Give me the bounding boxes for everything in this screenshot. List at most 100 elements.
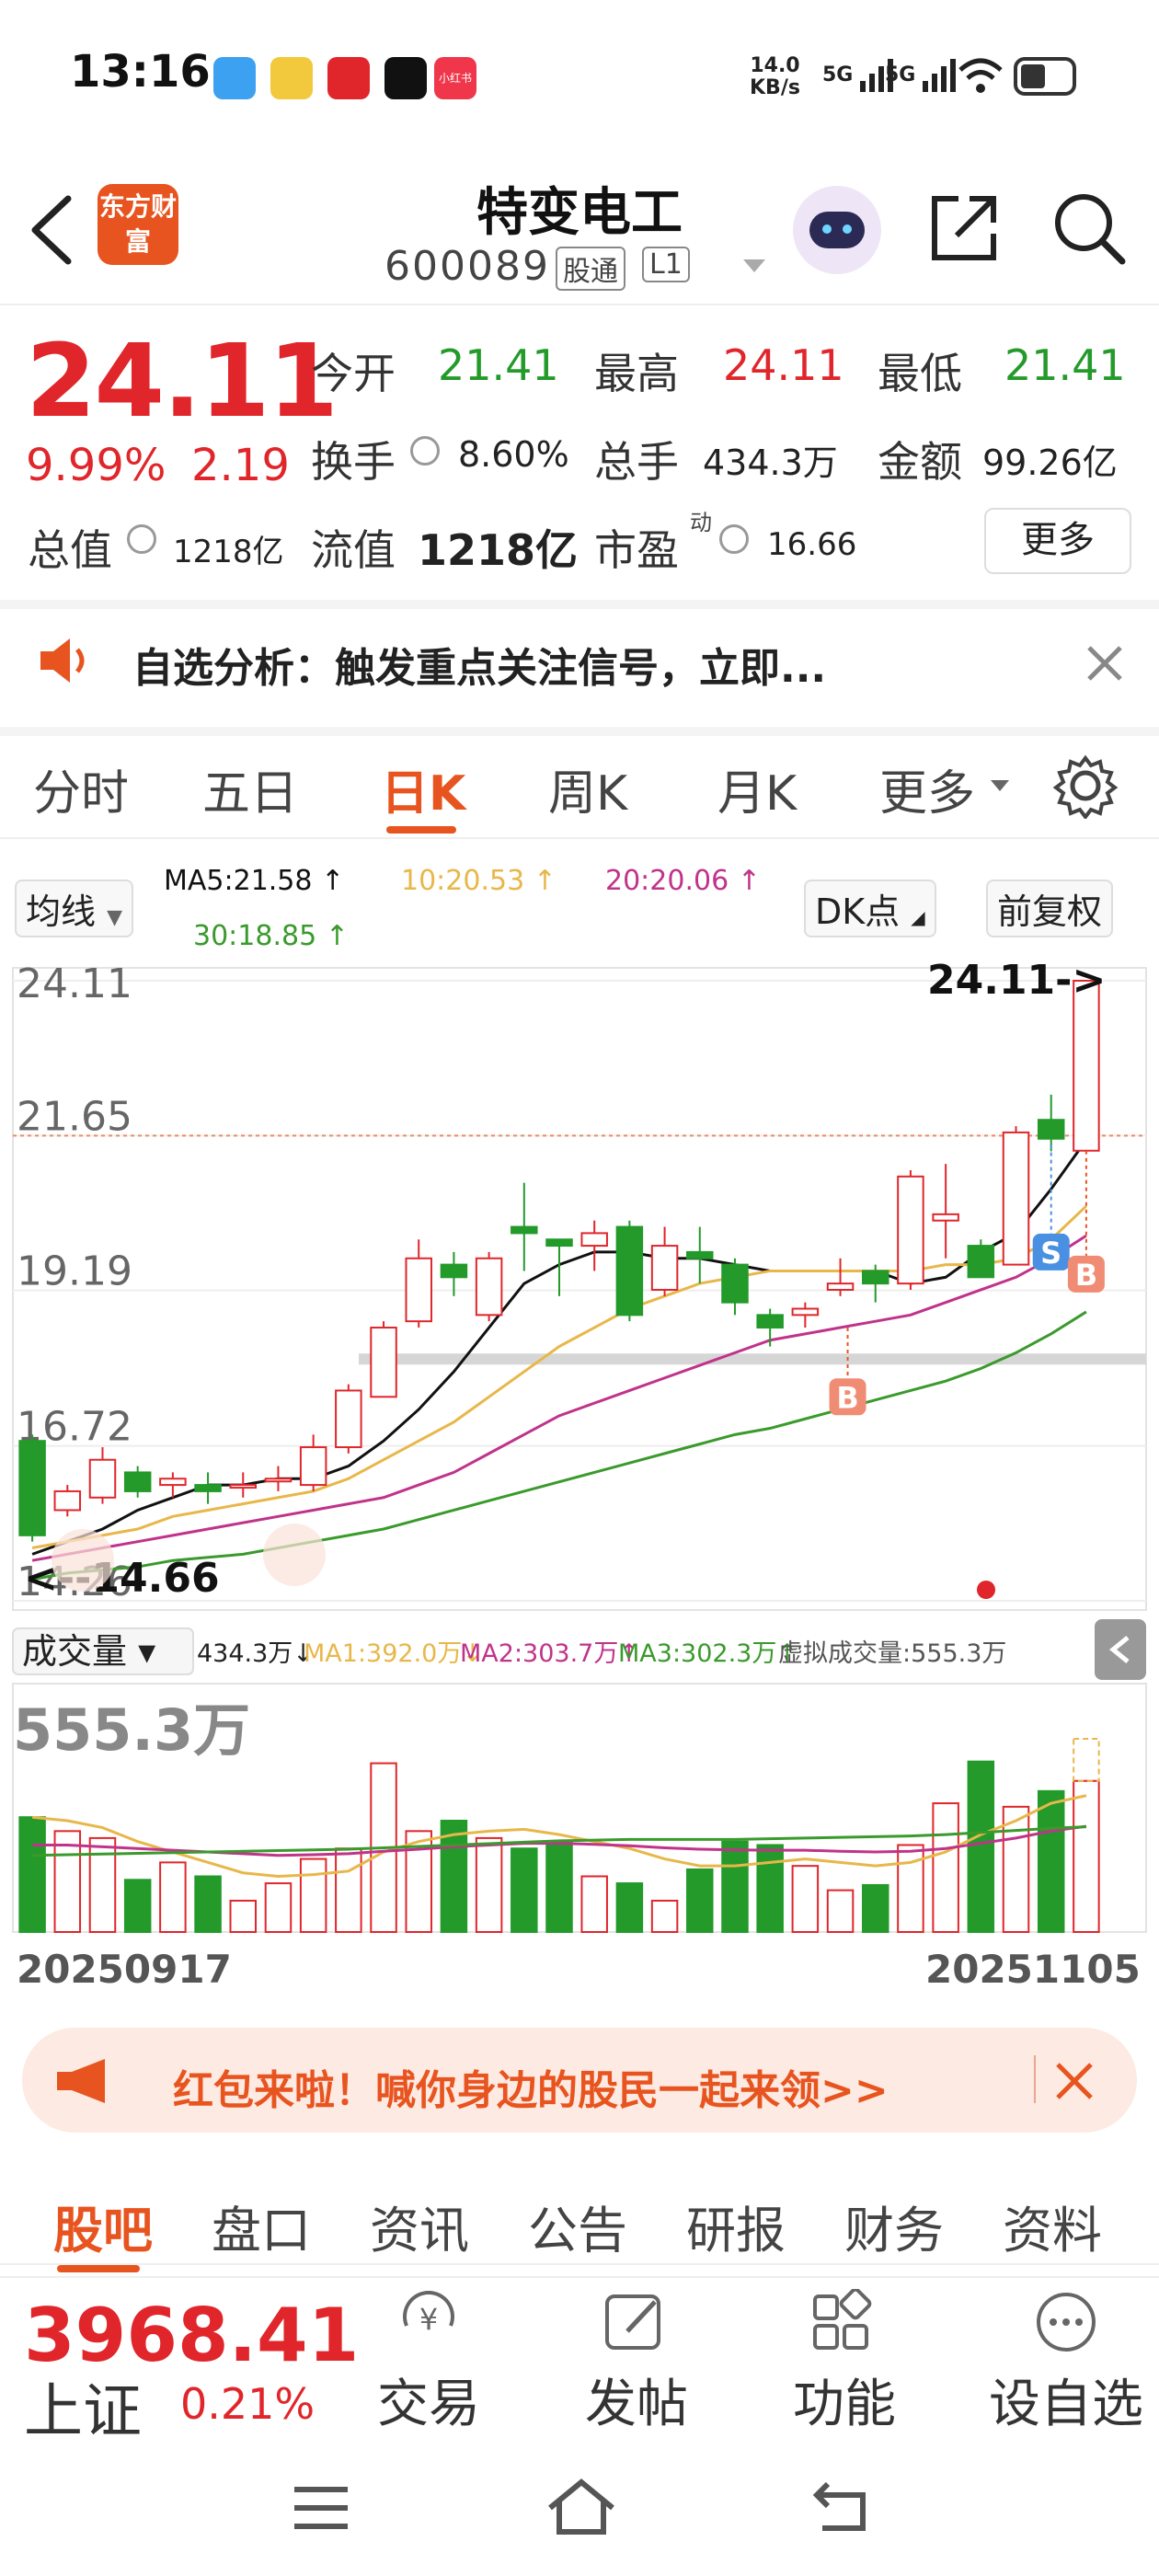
sell-marker-text: S <box>1040 1236 1061 1271</box>
level-tag: L1 <box>642 247 690 282</box>
volume-bar <box>967 1760 995 1933</box>
volume-bar <box>475 1836 503 1933</box>
volume-bar <box>826 1889 855 1934</box>
search-icon[interactable] <box>1050 190 1128 267</box>
gear-icon[interactable] <box>1052 753 1119 819</box>
info-dots-icon[interactable] <box>410 436 440 466</box>
candle-body <box>545 1238 573 1248</box>
volume-bar <box>1073 1779 1100 1933</box>
candle-body <box>721 1263 749 1304</box>
promo-text[interactable]: 红包来啦！喊你身边的股民一起来领>> <box>173 2057 889 2116</box>
network-speed-unit: KB/s <box>750 76 800 99</box>
dk-point-button[interactable]: DK点 ◢ <box>804 880 936 937</box>
pe-sup: 动 <box>690 510 712 535</box>
back-nav-icon[interactable] <box>809 2477 874 2536</box>
high-label: 最高 <box>594 349 679 398</box>
low-value: 21.41 <box>1004 340 1126 390</box>
dropdown-triangle-icon[interactable] <box>741 258 767 274</box>
subtab-research[interactable]: 研报 <box>686 2190 786 2262</box>
wifi-icon <box>958 58 1003 93</box>
candle-body <box>194 1484 222 1492</box>
volume-max-label: 555.3万 <box>13 1696 250 1764</box>
post-button[interactable]: 发帖 <box>563 2289 710 2437</box>
volume-bar <box>18 1816 46 1933</box>
subtab-pankou[interactable]: 盘口 <box>212 2190 311 2262</box>
add-watchlist-button[interactable]: 设自选 <box>979 2289 1153 2437</box>
menu-icon[interactable] <box>289 2480 353 2536</box>
divider <box>1034 2055 1036 2103</box>
system-nav-bar <box>0 2447 1159 2576</box>
open-value: 21.41 <box>438 340 559 390</box>
tab-monthly-k[interactable]: 月K <box>717 754 797 823</box>
notice-text[interactable]: 自选分析：触发重点关注信号，立即... <box>132 635 826 694</box>
grid-icon <box>813 2287 872 2350</box>
y-tick-label: 24.11 <box>17 960 132 1007</box>
buy-marker-text: B <box>1075 1258 1097 1293</box>
info-dots-icon[interactable] <box>127 524 156 554</box>
volume-bar <box>545 1840 573 1933</box>
volume-bar <box>580 1875 608 1934</box>
start-date: 20250917 <box>17 1947 232 1992</box>
more-button[interactable]: 更多 <box>984 508 1131 574</box>
close-icon[interactable] <box>1084 642 1126 684</box>
subtab-news[interactable]: 资讯 <box>370 2190 469 2262</box>
y-tick-label: 21.65 <box>17 1093 132 1140</box>
ma30-value: 30:18.85 ↑ <box>193 920 349 952</box>
volume-virtual-label: 虚拟成交量:555.3万 <box>778 1639 1006 1668</box>
share-icon[interactable] <box>925 190 1003 267</box>
volume-bar <box>229 1899 258 1934</box>
volume-vol-label: 434.3万↓ <box>197 1639 314 1668</box>
candle-body <box>159 1478 187 1487</box>
turnover-label: 换手 <box>311 437 396 487</box>
brand-logo[interactable]: 东方财富 <box>98 184 178 265</box>
end-date: 20251105 <box>925 1947 1141 1992</box>
volume-selector-label: 成交量 ▾ <box>22 1631 155 1672</box>
volume-ma1-label: MA1:392.0万↓ <box>304 1639 483 1668</box>
ma20-value: 20:20.06 ↑ <box>605 865 761 897</box>
candle-body <box>299 1446 327 1487</box>
subtab-profile[interactable]: 资料 <box>1003 2190 1102 2262</box>
tab-five-day[interactable]: 五日 <box>202 754 298 823</box>
candle-body <box>932 1213 959 1222</box>
candle-body <box>861 1270 889 1285</box>
close-icon[interactable] <box>1054 2061 1095 2101</box>
subtab-finance[interactable]: 财务 <box>844 2190 944 2262</box>
volume-bar <box>897 1844 924 1933</box>
tab-daily-k[interactable]: 日K <box>381 754 465 823</box>
subtab-announcement[interactable]: 公告 <box>528 2190 627 2262</box>
function-button[interactable]: 功能 <box>771 2287 918 2437</box>
subtab-guba[interactable]: 股吧 <box>53 2190 153 2262</box>
home-icon[interactable] <box>545 2475 618 2539</box>
candle-body <box>229 1484 258 1489</box>
back-arrow-icon[interactable] <box>28 195 74 265</box>
candle-body <box>580 1232 608 1248</box>
candle-body <box>791 1307 820 1317</box>
float-value-label: 流值 <box>311 525 396 575</box>
volume-bar <box>511 1847 538 1933</box>
signal-label: 5G <box>822 63 854 86</box>
pe-label: 市盈 <box>594 525 679 575</box>
adjust-button[interactable]: 前复权 <box>986 880 1114 937</box>
corner-triangle-icon: ◢ <box>911 906 925 928</box>
volume-bar <box>686 1868 714 1934</box>
stock-name: 特变电工 <box>476 183 683 243</box>
tab-intraday[interactable]: 分时 <box>33 754 129 823</box>
status-time: 13:16 <box>70 46 211 98</box>
virtual-volume-box <box>1073 1738 1100 1782</box>
active-tab-indicator <box>386 826 456 834</box>
volume-bar <box>299 1857 327 1934</box>
trade-button[interactable]: ¥ 交易 <box>355 2289 502 2437</box>
active-subtab-indicator <box>57 2265 140 2272</box>
signal-5g-2: 5G <box>885 59 959 92</box>
volume-bar <box>756 1844 784 1933</box>
tab-more[interactable]: 更多 <box>879 754 975 823</box>
candle-body <box>967 1245 995 1279</box>
ai-assistant-avatar[interactable] <box>793 186 881 274</box>
index-name[interactable]: 上证 <box>24 2364 142 2449</box>
open-label: 今开 <box>311 349 396 398</box>
k-line-chart[interactable]: 24.1121.6519.1916.7214.2624.11-><--14.66… <box>0 957 1159 1950</box>
tab-weekly-k[interactable]: 周K <box>548 754 627 823</box>
ma10-value: 10:20.53 ↑ <box>401 865 557 897</box>
info-dots-icon[interactable] <box>719 524 749 554</box>
ma-selector[interactable]: 均线 ▼ <box>15 880 134 937</box>
